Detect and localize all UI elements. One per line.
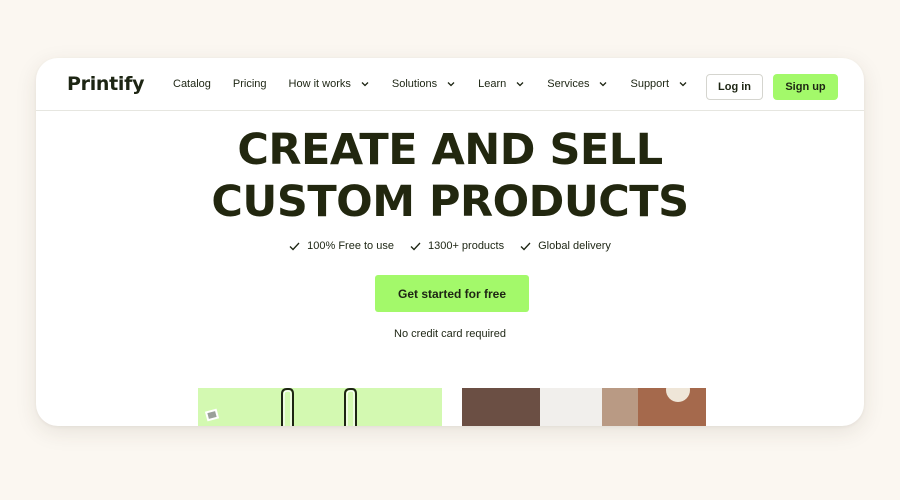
no-credit-card-note: No credit card required [394,328,506,340]
nav-item-learn[interactable]: Learn [478,78,525,90]
checkmark-icon [289,242,300,250]
chevron-down-icon [447,82,455,87]
tote-bag-illustration [204,388,357,426]
nav-label: Pricing [232,78,267,90]
nav-item-catalog[interactable]: Catalog [173,78,211,90]
nav-item-support[interactable]: Support [630,78,688,90]
nav-label: How it works [288,78,351,90]
nav-item-pricing[interactable]: Pricing [233,78,267,90]
nav-item-services[interactable]: Services [547,78,608,90]
checkmark-icon [410,242,421,250]
login-button[interactable]: Log in [706,74,763,100]
get-started-button[interactable]: Get started for free [375,275,529,312]
nav-item-solutions[interactable]: Solutions [392,78,456,90]
nav-label: Solutions [391,78,438,90]
product-image-photo [462,388,706,426]
feature-products: 1300+ products [410,240,504,252]
printify-logo[interactable]: Printify [67,73,144,95]
nav-label: Services [547,78,590,90]
product-image-tote [198,388,442,426]
person-photo-illustration [462,388,706,426]
nav-item-how-it-works[interactable]: How it works [289,78,370,90]
feature-delivery: Global delivery [520,240,611,252]
chevron-down-icon [516,82,524,87]
nav-label: Learn [478,78,507,90]
top-navigation: Printify Catalog Pricing How it works So… [36,58,864,111]
headline-line-1: CREATE AND SELL [237,125,663,175]
browser-card: Printify Catalog Pricing How it works So… [36,58,864,426]
hero-headline: CREATE AND SELL CUSTOM PRODUCTS [36,124,864,228]
signup-button[interactable]: Sign up [773,74,838,100]
feature-label: 100% Free to use [307,240,394,252]
chevron-down-icon [679,82,687,87]
feature-label: 1300+ products [427,240,505,252]
main-menu: Catalog Pricing How it works Solutions L… [173,58,710,110]
headline-line-2: CUSTOM PRODUCTS [211,177,689,227]
chevron-down-icon [361,82,369,87]
nav-label: Catalog [173,78,211,90]
feature-free: 100% Free to use [289,240,394,252]
chevron-down-icon [600,82,607,87]
feature-label: Global delivery [538,240,611,252]
feature-list: 100% Free to use 1300+ products Global d… [36,240,864,252]
checkmark-icon [520,242,531,250]
nav-label: Support [630,78,670,90]
